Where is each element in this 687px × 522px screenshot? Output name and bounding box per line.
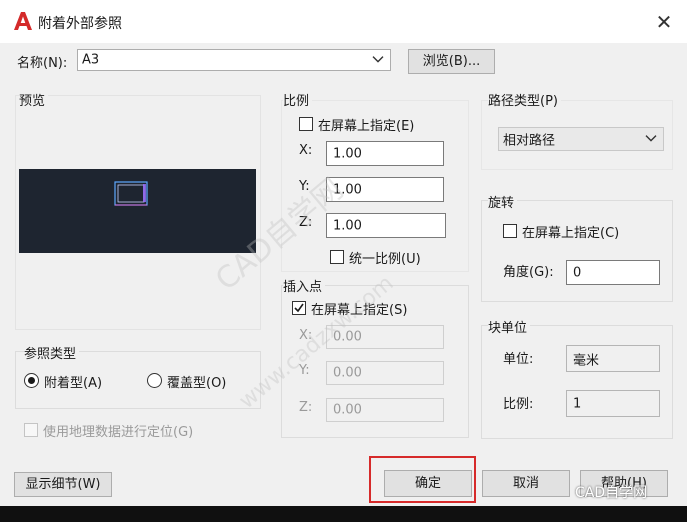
angle-field[interactable]: 0 xyxy=(566,260,660,285)
name-label: 名称(N): xyxy=(17,56,68,71)
preview-label: 预览 xyxy=(19,90,49,109)
close-button[interactable]: ✕ xyxy=(650,8,678,36)
insertion-z-field[interactable]: 0.00 xyxy=(326,398,444,422)
unit-factor-label: 比例: xyxy=(503,397,534,412)
insertion-label: 插入点 xyxy=(283,276,326,295)
block-unit-label: 块单位 xyxy=(488,317,531,336)
bottom-bar xyxy=(0,506,687,522)
insertion-y-value: 0.00 xyxy=(333,365,362,381)
rotation-on-screen-label: 在屏幕上指定(C) xyxy=(522,226,620,241)
scale-x-label: X: xyxy=(299,143,313,158)
insertion-x-value: 0.00 xyxy=(333,329,362,345)
insertion-x-field[interactable]: 0.00 xyxy=(326,325,444,349)
geo-location-label: 使用地理数据进行定位(G) xyxy=(43,425,194,440)
path-type-label: 路径类型(P) xyxy=(488,90,561,109)
overlay-option-label: 覆盖型(O) xyxy=(167,376,227,391)
uniform-scale-label: 统一比例(U) xyxy=(349,252,421,267)
rotation-group xyxy=(481,200,673,302)
name-value: A3 xyxy=(82,52,100,68)
name-dropdown[interactable]: A3 xyxy=(77,49,391,71)
unit-factor-field: 1 xyxy=(566,390,660,417)
insertion-x-label: X: xyxy=(299,328,313,343)
window-title: 附着外部参照 xyxy=(38,16,122,32)
cancel-button[interactable]: 取消 xyxy=(482,470,570,497)
scale-y-value: 1.00 xyxy=(333,182,362,197)
insertion-z-label: Z: xyxy=(299,400,313,415)
reference-type-label: 参照类型 xyxy=(24,343,80,362)
insertion-y-label: Y: xyxy=(299,363,310,378)
scale-y-field[interactable]: 1.00 xyxy=(326,177,444,202)
show-details-button[interactable]: 显示细节(W) xyxy=(14,472,112,497)
dialog: 附着外部参照 ✕ 名称(N): A3 浏览(B)... 预览 参照类型 附着型(… xyxy=(0,0,687,506)
scale-on-screen-label: 在屏幕上指定(E) xyxy=(318,119,415,134)
ok-highlight-annotation xyxy=(369,456,476,503)
scale-x-field[interactable]: 1.00 xyxy=(326,141,444,166)
path-type-dropdown[interactable]: 相对路径 xyxy=(498,127,664,151)
checkmark-icon xyxy=(294,303,304,313)
attach-option-label: 附着型(A) xyxy=(44,376,103,391)
corner-watermark: CAD自学网 xyxy=(575,485,648,501)
scale-y-label: Y: xyxy=(299,179,310,194)
path-type-value: 相对路径 xyxy=(503,133,556,149)
rotation-label: 旋转 xyxy=(488,192,518,211)
angle-label: 角度(G): xyxy=(503,265,554,280)
uniform-scale-checkbox[interactable] xyxy=(330,250,344,264)
chevron-down-icon xyxy=(645,135,657,142)
scale-x-value: 1.00 xyxy=(333,146,362,161)
preview-image xyxy=(19,169,256,253)
block-unit-group xyxy=(481,325,673,439)
autocad-logo-icon xyxy=(14,12,32,30)
browse-button[interactable]: 浏览(B)... xyxy=(408,49,495,74)
scale-on-screen-checkbox[interactable] xyxy=(299,117,313,131)
insertion-on-screen-label: 在屏幕上指定(S) xyxy=(311,303,408,318)
scale-z-field[interactable]: 1.00 xyxy=(326,213,446,238)
insertion-y-field[interactable]: 0.00 xyxy=(326,361,444,385)
scale-z-label: Z: xyxy=(299,215,313,230)
unit-field: 毫米 xyxy=(566,345,660,372)
insertion-on-screen-checkbox[interactable] xyxy=(292,301,306,315)
scale-z-value: 1.00 xyxy=(333,218,362,233)
drawing-thumbnail xyxy=(114,181,148,206)
insertion-z-value: 0.00 xyxy=(333,402,362,418)
scale-label: 比例 xyxy=(283,90,313,109)
unit-factor-value: 1 xyxy=(573,396,582,411)
rotation-on-screen-checkbox[interactable] xyxy=(503,224,517,238)
chevron-down-icon xyxy=(372,56,384,63)
attach-radio[interactable] xyxy=(24,373,39,388)
angle-value: 0 xyxy=(573,265,582,280)
overlay-radio[interactable] xyxy=(147,373,162,388)
unit-value: 毫米 xyxy=(573,353,600,368)
unit-label: 单位: xyxy=(503,352,534,367)
geo-location-checkbox[interactable] xyxy=(24,423,38,437)
title-bar: 附着外部参照 ✕ xyxy=(0,0,687,43)
